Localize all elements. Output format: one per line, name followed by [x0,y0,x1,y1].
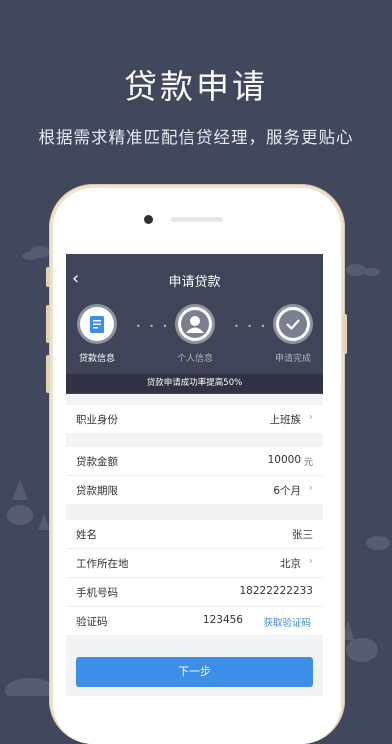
header-panel: ‹ 申请贷款 贷款信息 • • • 个人信息 • • • 申请完成 贷款申请成功… [66,254,323,394]
chevron-right-icon: › [308,410,313,423]
amount-input[interactable]: 10000 [268,454,301,466]
term-value: 6个月 [273,485,301,497]
job-group: 职业身份 上班族 › [66,405,323,433]
personal-group: 姓名 张三 工作所在地 北京 › 手机号码 18222222233 验证码 12… [66,520,323,635]
step-separator: • • • [234,322,269,331]
step-loan-info [77,304,117,344]
code-row[interactable]: 验证码 123456 获取验证码 [66,607,323,635]
person-icon [181,310,209,338]
check-icon [279,310,307,338]
chevron-right-icon: › [308,554,313,567]
front-camera [144,215,153,224]
location-label: 工作所在地 [76,558,129,570]
name-row[interactable]: 姓名 张三 [66,520,323,549]
step-label-complete: 申请完成 [274,354,311,364]
code-label: 验证码 [76,616,108,628]
page-headline: 贷款申请 [124,67,268,106]
step-complete [273,304,313,344]
phone-label: 手机号码 [76,587,118,599]
promo-banner: 贷款申请成功率提高50% [66,374,323,393]
mute-switch [46,267,50,287]
code-input[interactable]: 123456 [203,614,243,626]
location-value: 北京 [280,558,301,570]
earpiece-speaker [171,217,223,222]
step-label-personal-info: 个人信息 [176,354,213,364]
step-separator: • • • [136,322,171,331]
loan-group: 贷款金额 10000 元 贷款期限 6个月 › [66,447,323,504]
next-step-button[interactable]: 下一步 [76,657,313,687]
location-row[interactable]: 工作所在地 北京 › [66,549,323,578]
name-input[interactable]: 张三 [292,527,313,542]
document-icon [83,310,111,338]
name-label: 姓名 [76,529,97,541]
screen-title: 申请贷款 [168,275,221,290]
term-row[interactable]: 贷款期限 6个月 › [66,476,323,504]
app-screen: ‹ 申请贷款 贷款信息 • • • 个人信息 • • • 申请完成 贷款申请成功… [66,254,323,696]
volume-down-button [46,355,50,393]
amount-label: 贷款金额 [76,456,118,468]
term-label: 贷款期限 [76,485,118,497]
job-row[interactable]: 职业身份 上班族 › [66,405,323,433]
amount-unit: 元 [303,458,313,468]
get-code-link[interactable]: 获取验证码 [263,615,311,629]
power-button [343,314,347,354]
step-label-loan-info: 贷款信息 [78,354,115,364]
phone-row[interactable]: 手机号码 18222222233 [66,578,323,607]
job-value: 上班族 [269,414,302,426]
amount-row[interactable]: 贷款金额 10000 元 [66,447,323,476]
step-personal-info [175,304,215,344]
volume-up-button [46,305,50,343]
chevron-right-icon: › [308,481,313,494]
page-subheadline: 根据需求精准匹配信贷经理，服务更贴心 [38,128,354,147]
phone-input[interactable]: 18222222233 [240,585,314,597]
job-label: 职业身份 [76,414,118,426]
